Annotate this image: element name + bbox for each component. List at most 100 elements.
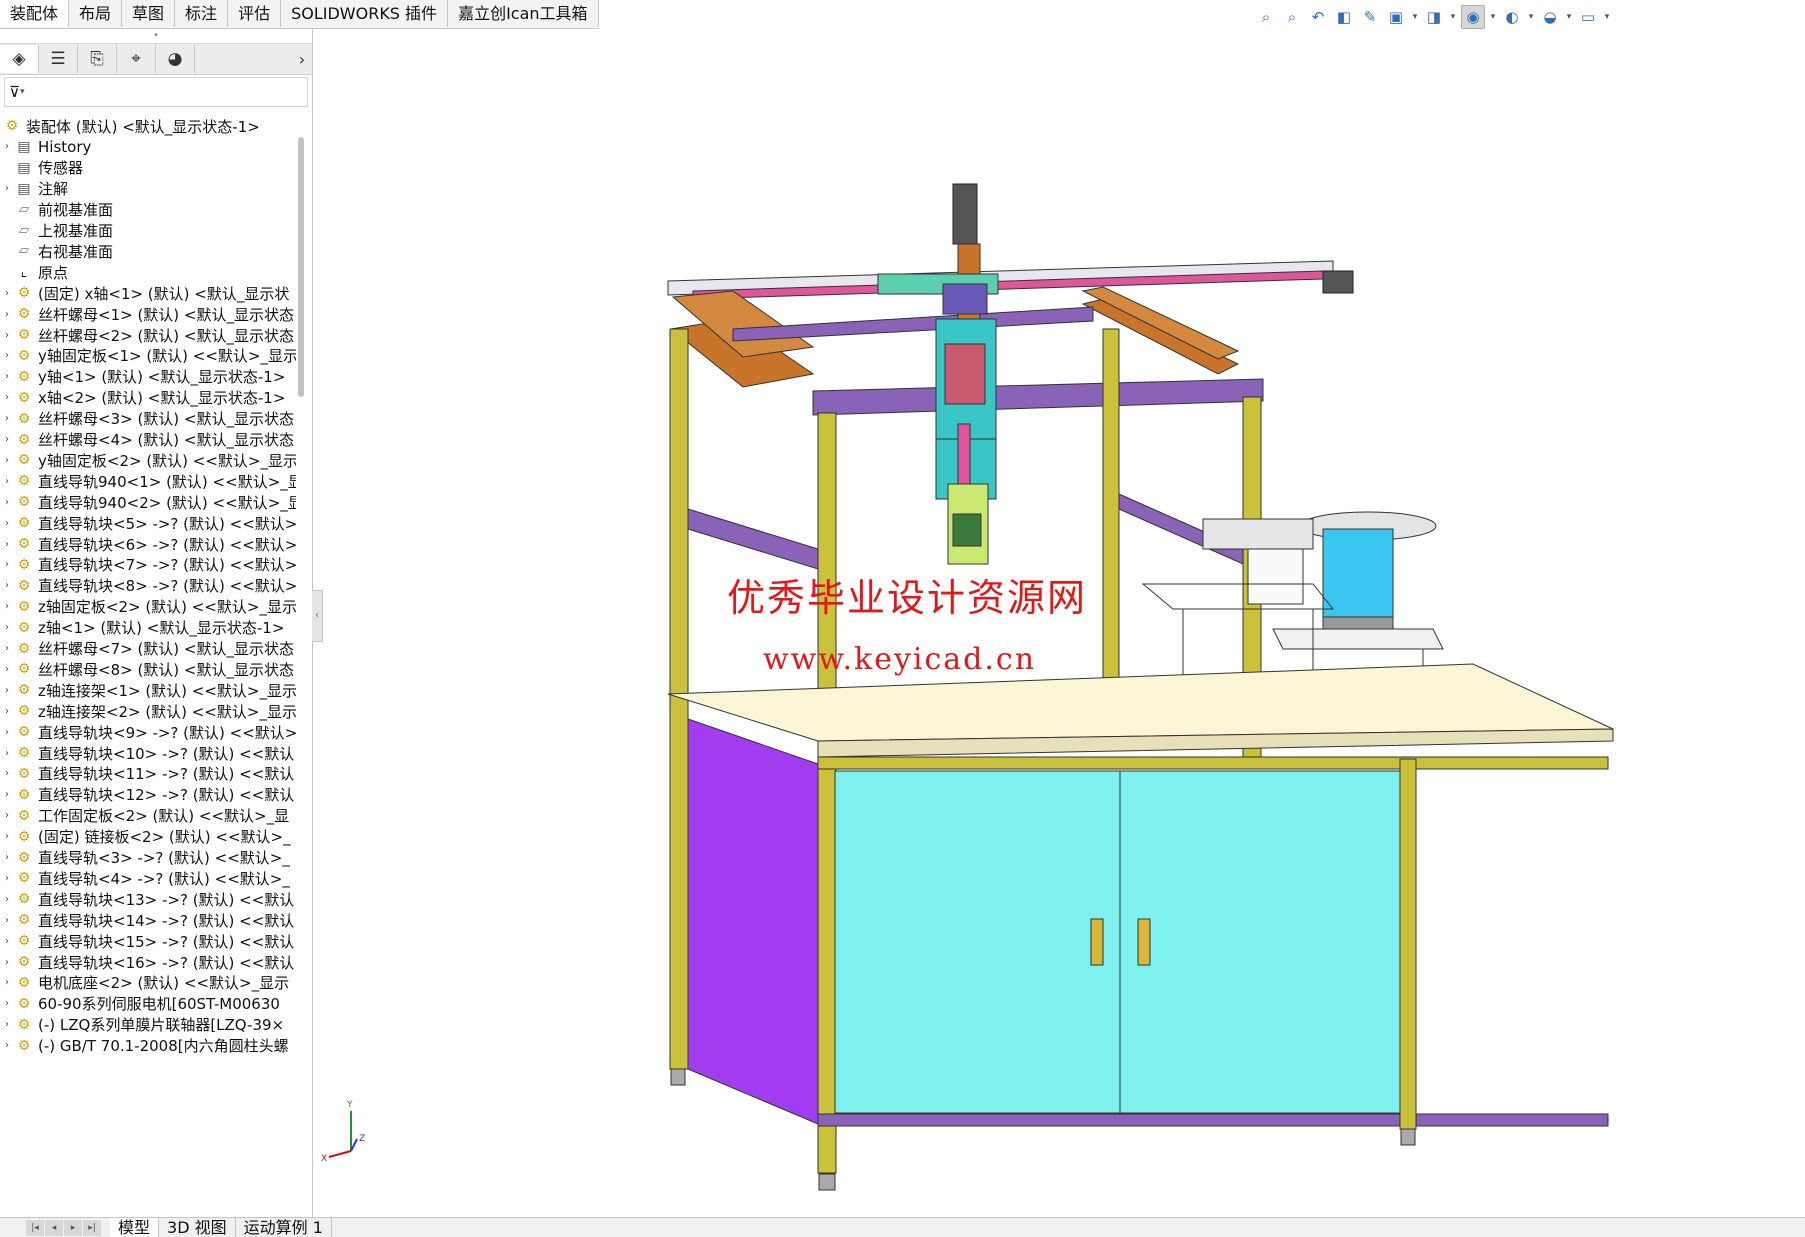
view-orientation-icon[interactable]: ▣ xyxy=(1385,6,1407,28)
expand-arrow-icon[interactable]: › xyxy=(0,727,14,738)
expand-arrow-icon[interactable]: › xyxy=(0,768,14,779)
expand-arrow-icon[interactable]: › xyxy=(0,622,14,633)
bottom-tab-2[interactable]: 运动算例 1 xyxy=(236,1218,332,1237)
expand-arrow-icon[interactable]: › xyxy=(0,1019,14,1030)
model-tabs: 模型 3D 视图 运动算例 1 xyxy=(110,1218,332,1237)
expand-arrow-icon[interactable]: › xyxy=(0,706,14,717)
assembly-component-icon: ⚙ xyxy=(17,494,31,511)
expand-arrow-icon[interactable]: › xyxy=(0,643,14,654)
expand-arrow-icon[interactable]: › xyxy=(0,476,14,487)
expand-arrow-icon[interactable]: › xyxy=(0,518,14,529)
tree-scrollbar[interactable] xyxy=(298,137,304,397)
door-handle-left xyxy=(1090,918,1104,966)
foot-2 xyxy=(818,1173,836,1191)
tab-0[interactable]: 装配体 xyxy=(0,0,70,27)
tab-6[interactable]: 嘉立创Ican工具箱 xyxy=(448,0,599,27)
watermark-url: www.keyicad.cn xyxy=(763,642,1037,677)
expand-arrow-icon[interactable]: › xyxy=(0,350,14,361)
tab-4[interactable]: 评估 xyxy=(228,0,282,27)
expand-arrow-icon[interactable]: › xyxy=(0,371,14,382)
expand-arrow-icon[interactable]: › xyxy=(0,664,14,675)
tree-item-label: z轴连接架<1> (默认) <<默认>_显示 xyxy=(38,681,296,700)
reference-triad: Y X Z xyxy=(321,1100,365,1164)
expand-arrow-icon[interactable]: › xyxy=(0,559,14,570)
assembly-component-icon: ⚙ xyxy=(17,640,31,657)
graphics-area[interactable]: 优秀毕业设计资源网 www.keyicad.cn Y X Z xyxy=(313,29,1805,1217)
expand-arrow-icon[interactable]: › xyxy=(0,183,14,194)
filter-icon[interactable]: ⊽ xyxy=(9,83,20,101)
edit-appearance-icon[interactable]: ◐ xyxy=(1501,6,1523,28)
expand-arrow-icon[interactable]: › xyxy=(0,497,14,508)
tree-item-label: 直线导轨块<14> ->? (默认) <<默认 xyxy=(38,911,295,930)
expand-arrow-icon[interactable]: › xyxy=(0,539,14,550)
configuration-manager-icon[interactable]: ⎘ xyxy=(78,45,117,73)
expand-arrow-icon[interactable]: › xyxy=(0,936,14,947)
expand-arrow-icon[interactable]: › xyxy=(0,831,14,842)
dropdown-caret-icon[interactable]: ▾ xyxy=(1411,12,1419,22)
watermark-title: 优秀毕业设计资源网 xyxy=(727,576,1088,620)
panel-more-icon[interactable]: › xyxy=(292,50,312,69)
expand-arrow-icon[interactable]: › xyxy=(0,309,14,320)
expand-arrow-icon[interactable]: › xyxy=(0,413,14,424)
expand-arrow-icon[interactable]: › xyxy=(0,789,14,800)
property-manager-icon[interactable]: ☰ xyxy=(39,45,78,73)
plane-icon: ▱ xyxy=(19,222,29,238)
view-settings-icon[interactable]: ▭ xyxy=(1577,6,1599,28)
dynamic-annotation-icon[interactable]: ✎ xyxy=(1359,6,1381,28)
next-tab-icon[interactable]: ▸ xyxy=(64,1219,82,1236)
previous-view-icon[interactable]: ↶ xyxy=(1307,6,1329,28)
expand-arrow-icon[interactable]: › xyxy=(0,601,14,612)
tab-1[interactable]: 布局 xyxy=(69,0,123,27)
expand-arrow-icon[interactable]: › xyxy=(0,894,14,905)
first-tab-icon[interactable]: |◂ xyxy=(26,1219,44,1236)
apply-scene-icon[interactable]: ◒ xyxy=(1539,6,1561,28)
expand-arrow-icon[interactable]: › xyxy=(0,330,14,341)
feature-manager-icon[interactable]: ◈ xyxy=(0,45,39,73)
expand-arrow-icon[interactable]: › xyxy=(0,977,14,988)
expand-arrow-icon[interactable]: › xyxy=(0,685,14,696)
expand-arrow-icon[interactable]: › xyxy=(0,141,14,152)
zoom-to-area-icon[interactable]: ⌕ xyxy=(1281,6,1303,28)
tree-item-label: 直线导轨块<16> ->? (默认) <<默认 xyxy=(38,953,295,972)
dimxpert-icon[interactable]: ⌖ xyxy=(117,45,156,73)
expand-arrow-icon[interactable]: › xyxy=(0,957,14,968)
last-tab-icon[interactable]: ▸| xyxy=(83,1219,101,1236)
expand-arrow-icon[interactable]: › xyxy=(0,748,14,759)
expand-arrow-icon[interactable]: › xyxy=(0,288,14,299)
foot-1 xyxy=(670,1068,686,1086)
bottom-tab-1[interactable]: 3D 视图 xyxy=(159,1218,236,1237)
panel-grip[interactable]: • xyxy=(0,29,312,43)
expand-arrow-icon[interactable]: › xyxy=(0,852,14,863)
tree-item[interactable]: › ⚙ (-) GB/T 70.1-2008[内六角圆柱头螺 xyxy=(0,1034,296,1058)
folder-icon: ▤ xyxy=(17,159,31,176)
zoom-to-fit-icon[interactable]: ⌕ xyxy=(1255,6,1277,28)
tree-filter[interactable]: ⊽ ▾ xyxy=(4,77,308,107)
dropdown-caret-icon[interactable]: ▾ xyxy=(1527,12,1535,22)
expand-arrow-icon[interactable]: › xyxy=(0,1040,14,1051)
expand-arrow-icon[interactable]: › xyxy=(0,873,14,884)
expand-arrow-icon[interactable]: › xyxy=(0,810,14,821)
work-plate-left xyxy=(1141,583,1335,610)
expand-arrow-icon[interactable]: › xyxy=(0,998,14,1009)
expand-arrow-icon[interactable]: › xyxy=(0,580,14,591)
dropdown-caret-icon[interactable]: ▾ xyxy=(1489,12,1497,22)
display-manager-icon[interactable]: ◕ xyxy=(156,45,195,73)
dropdown-caret-icon[interactable]: ▾ xyxy=(1565,12,1573,22)
expand-arrow-icon[interactable]: › xyxy=(0,434,14,445)
expand-arrow-icon[interactable]: › xyxy=(0,392,14,403)
filter-dropdown-icon[interactable]: ▾ xyxy=(20,87,25,97)
bottom-tab-0[interactable]: 模型 xyxy=(110,1218,160,1237)
section-view-icon[interactable]: ◧ xyxy=(1333,6,1355,28)
dropdown-caret-icon[interactable]: ▾ xyxy=(1449,12,1457,22)
tab-3[interactable]: 标注 xyxy=(175,0,229,27)
display-style-icon[interactable]: ◨ xyxy=(1423,6,1445,28)
expand-arrow-icon[interactable]: › xyxy=(0,915,14,926)
prev-tab-icon[interactable]: ◂ xyxy=(45,1219,63,1236)
tree-item-label: History xyxy=(38,137,92,156)
hide-show-items-icon[interactable]: ◉ xyxy=(1461,5,1485,29)
folder-icon: ▤ xyxy=(17,138,31,155)
expand-arrow-icon[interactable]: › xyxy=(0,455,14,466)
tab-2[interactable]: 草图 xyxy=(122,0,176,27)
tab-5[interactable]: SOLIDWORKS 插件 xyxy=(281,0,449,27)
dropdown-caret-icon[interactable]: ▾ xyxy=(1603,12,1611,22)
